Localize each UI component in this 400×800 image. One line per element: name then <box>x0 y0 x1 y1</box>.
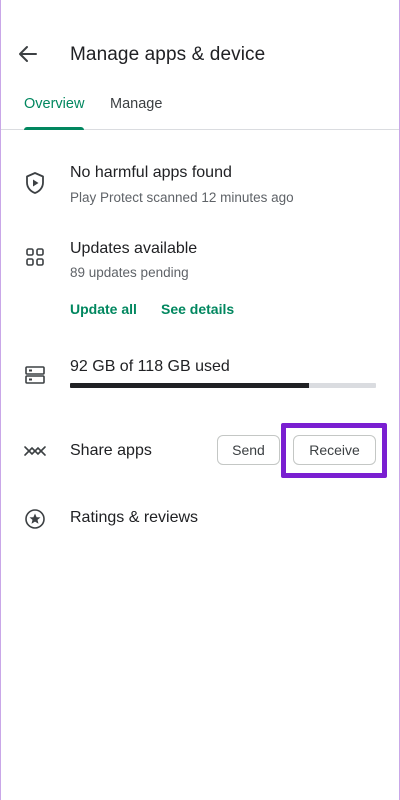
receive-highlight-box <box>281 423 387 478</box>
back-button[interactable] <box>12 38 44 70</box>
updates-title: Updates available <box>70 240 198 257</box>
protect-title: No harmful apps found <box>70 164 232 181</box>
back-arrow-icon <box>19 46 37 62</box>
protect-subtitle: Play Protect scanned 12 minutes ago <box>70 190 294 205</box>
tab-bar: Overview Manage <box>0 86 400 130</box>
updates-row[interactable]: Updates available 89 updates pending <box>0 236 400 296</box>
star-circle-icon <box>22 506 48 532</box>
storage-progress-fill <box>70 383 309 388</box>
play-protect-row[interactable]: No harmful apps found Play Protect scann… <box>0 160 400 220</box>
shield-play-icon <box>22 170 48 196</box>
manage-apps-screen: Manage apps & device Overview Manage No … <box>0 0 400 800</box>
storage-row[interactable]: 92 GB of 118 GB used <box>0 356 400 396</box>
ratings-reviews-label: Ratings & reviews <box>70 509 199 526</box>
storage-progress-bar <box>70 383 376 388</box>
update-all-button[interactable]: Update all <box>70 301 137 317</box>
tab-overview-label: Overview <box>24 96 85 112</box>
top-app-bar: Manage apps & device <box>0 30 400 80</box>
apps-grid-icon <box>22 244 48 270</box>
share-arrows-icon <box>22 438 48 464</box>
updates-subtitle: 89 updates pending <box>70 265 189 280</box>
send-button[interactable]: Send <box>217 435 280 465</box>
tab-overview[interactable]: Overview <box>24 96 85 130</box>
tab-selected-indicator <box>24 127 85 130</box>
share-apps-label: Share apps <box>70 442 152 459</box>
ratings-reviews-row[interactable]: Ratings & reviews <box>0 504 400 540</box>
tab-manage-label: Manage <box>110 96 163 112</box>
storage-icon <box>22 362 48 388</box>
page-title: Manage apps & device <box>70 44 266 65</box>
storage-label: 92 GB of 118 GB used <box>70 358 230 375</box>
tab-manage[interactable]: Manage <box>110 96 162 128</box>
see-details-button[interactable]: See details <box>161 301 234 317</box>
